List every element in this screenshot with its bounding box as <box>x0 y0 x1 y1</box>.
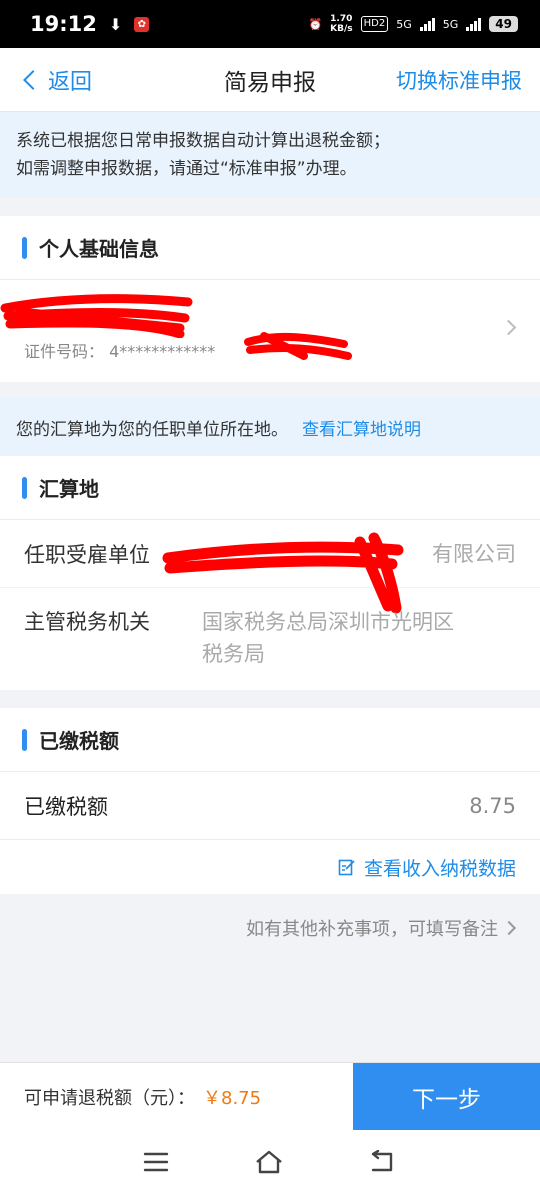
section-title: 汇算地 <box>39 477 99 501</box>
chevron-right-icon <box>501 920 517 936</box>
section-header-paid-tax: 已缴税额 <box>0 708 540 772</box>
view-income-tax-data-label: 查看收入纳税数据 <box>363 857 516 880</box>
battery-icon: 49 <box>489 16 518 32</box>
section-marker <box>22 476 27 499</box>
refund-amount: ￥8.75 <box>203 1087 262 1109</box>
employer-value: 有限公司 <box>432 541 516 566</box>
refund-summary: 可申请退税额（元）： ￥8.75 <box>0 1063 353 1130</box>
status-bar: 19:12 ⬇ ✿ ⏰ 1.70 KB/s HD2 5G 5G 49 <box>0 0 540 48</box>
nav-bar: 返回 简易申报 切换标准申报 <box>0 48 540 112</box>
section-header-settlement: 汇算地 <box>0 456 540 520</box>
id-label: 证件号码： <box>24 342 105 361</box>
back-button[interactable]: 返回 <box>20 48 92 112</box>
settlement-hint: 您的汇算地为您的任职单位所在地。 查看汇算地说明 <box>0 398 540 456</box>
system-nav-bar <box>0 1130 540 1194</box>
tax-office-row: 主管税务机关 国家税务总局深圳市光明区 税务局 <box>0 588 540 670</box>
section-title: 个人基础信息 <box>39 237 159 261</box>
chevron-left-icon <box>23 70 43 90</box>
section-marker <box>22 728 27 751</box>
bottom-action-bar: 可申请退税额（元）： ￥8.75 下一步 <box>0 1062 540 1131</box>
paid-tax-card: 已缴税额 已缴税额 8.75 查看收入纳税数据 <box>0 708 540 894</box>
menu-icon[interactable] <box>143 1151 169 1173</box>
employer-row: 任职受雇单位 有限公司 <box>0 520 540 614</box>
back-label: 返回 <box>48 70 93 95</box>
hd-badge: HD2 <box>360 16 389 32</box>
section-title: 已缴税额 <box>39 729 119 753</box>
net-speed: 1.70 KB/s <box>330 14 353 34</box>
paid-tax-row: 已缴税额 8.75 <box>0 772 540 840</box>
personal-info-row[interactable]: 证件号码： 4************ <box>0 280 540 380</box>
info-banner: 系统已根据您日常申报数据自动计算出退税金额； 如需调整申报数据，请通过“标准申报… <box>0 112 540 198</box>
refund-label: 可申请退税额（元）： <box>24 1087 195 1109</box>
chevron-right-icon <box>500 319 517 336</box>
remark-text: 如有其他补充事项，可填写备注 <box>246 919 498 940</box>
tax-office-value: 国家税务总局深圳市光明区 税务局 <box>202 610 454 666</box>
next-step-button[interactable]: 下一步 <box>353 1063 540 1131</box>
download-icon: ⬇ <box>108 14 123 34</box>
redaction-scribble-id <box>244 332 352 360</box>
back-nav-icon[interactable] <box>369 1150 397 1174</box>
view-income-tax-data-link[interactable]: 查看收入纳税数据 <box>0 840 540 894</box>
settlement-explanation-link[interactable]: 查看汇算地说明 <box>302 415 421 440</box>
hint-text: 您的汇算地为您的任职单位所在地。 <box>16 419 288 440</box>
switch-standard-button[interactable]: 切换标准申报 <box>396 48 522 112</box>
signal-bars-2-icon <box>466 17 482 31</box>
personal-info-card: 个人基础信息 证件号码： 4************ <box>0 216 540 382</box>
status-time: 19:12 <box>30 12 97 36</box>
remark-link[interactable]: 如有其他补充事项，可填写备注 <box>246 915 517 941</box>
section-marker <box>22 236 27 259</box>
tax-office-label: 主管税务机关 <box>24 610 150 634</box>
id-number-line: 证件号码： 4************ <box>24 338 215 362</box>
redaction-scribble <box>0 294 193 338</box>
paid-tax-label: 已缴税额 <box>24 794 108 819</box>
signal-1-label: 5G <box>396 17 412 31</box>
banner-line-2: 如需调整申报数据，请通过“标准申报”办理。 <box>16 159 357 179</box>
banner-line-1: 系统已根据您日常申报数据自动计算出退税金额； <box>16 131 390 151</box>
id-value: 4************ <box>109 342 216 361</box>
app-notification-icon: ✿ <box>134 16 150 32</box>
alarm-icon: ⏰ <box>308 17 323 31</box>
signal-bars-icon <box>419 17 435 31</box>
edit-icon <box>338 859 355 876</box>
signal-2-label: 5G <box>442 17 459 31</box>
settlement-card: 汇算地 任职受雇单位 有限公司 主管税务机关 国家税务总局深圳市光明区 税务局 <box>0 456 540 690</box>
section-header-personal: 个人基础信息 <box>0 216 540 280</box>
home-icon[interactable] <box>254 1149 284 1175</box>
paid-tax-value: 8.75 <box>469 793 516 818</box>
page-title: 简易申报 <box>224 69 316 96</box>
